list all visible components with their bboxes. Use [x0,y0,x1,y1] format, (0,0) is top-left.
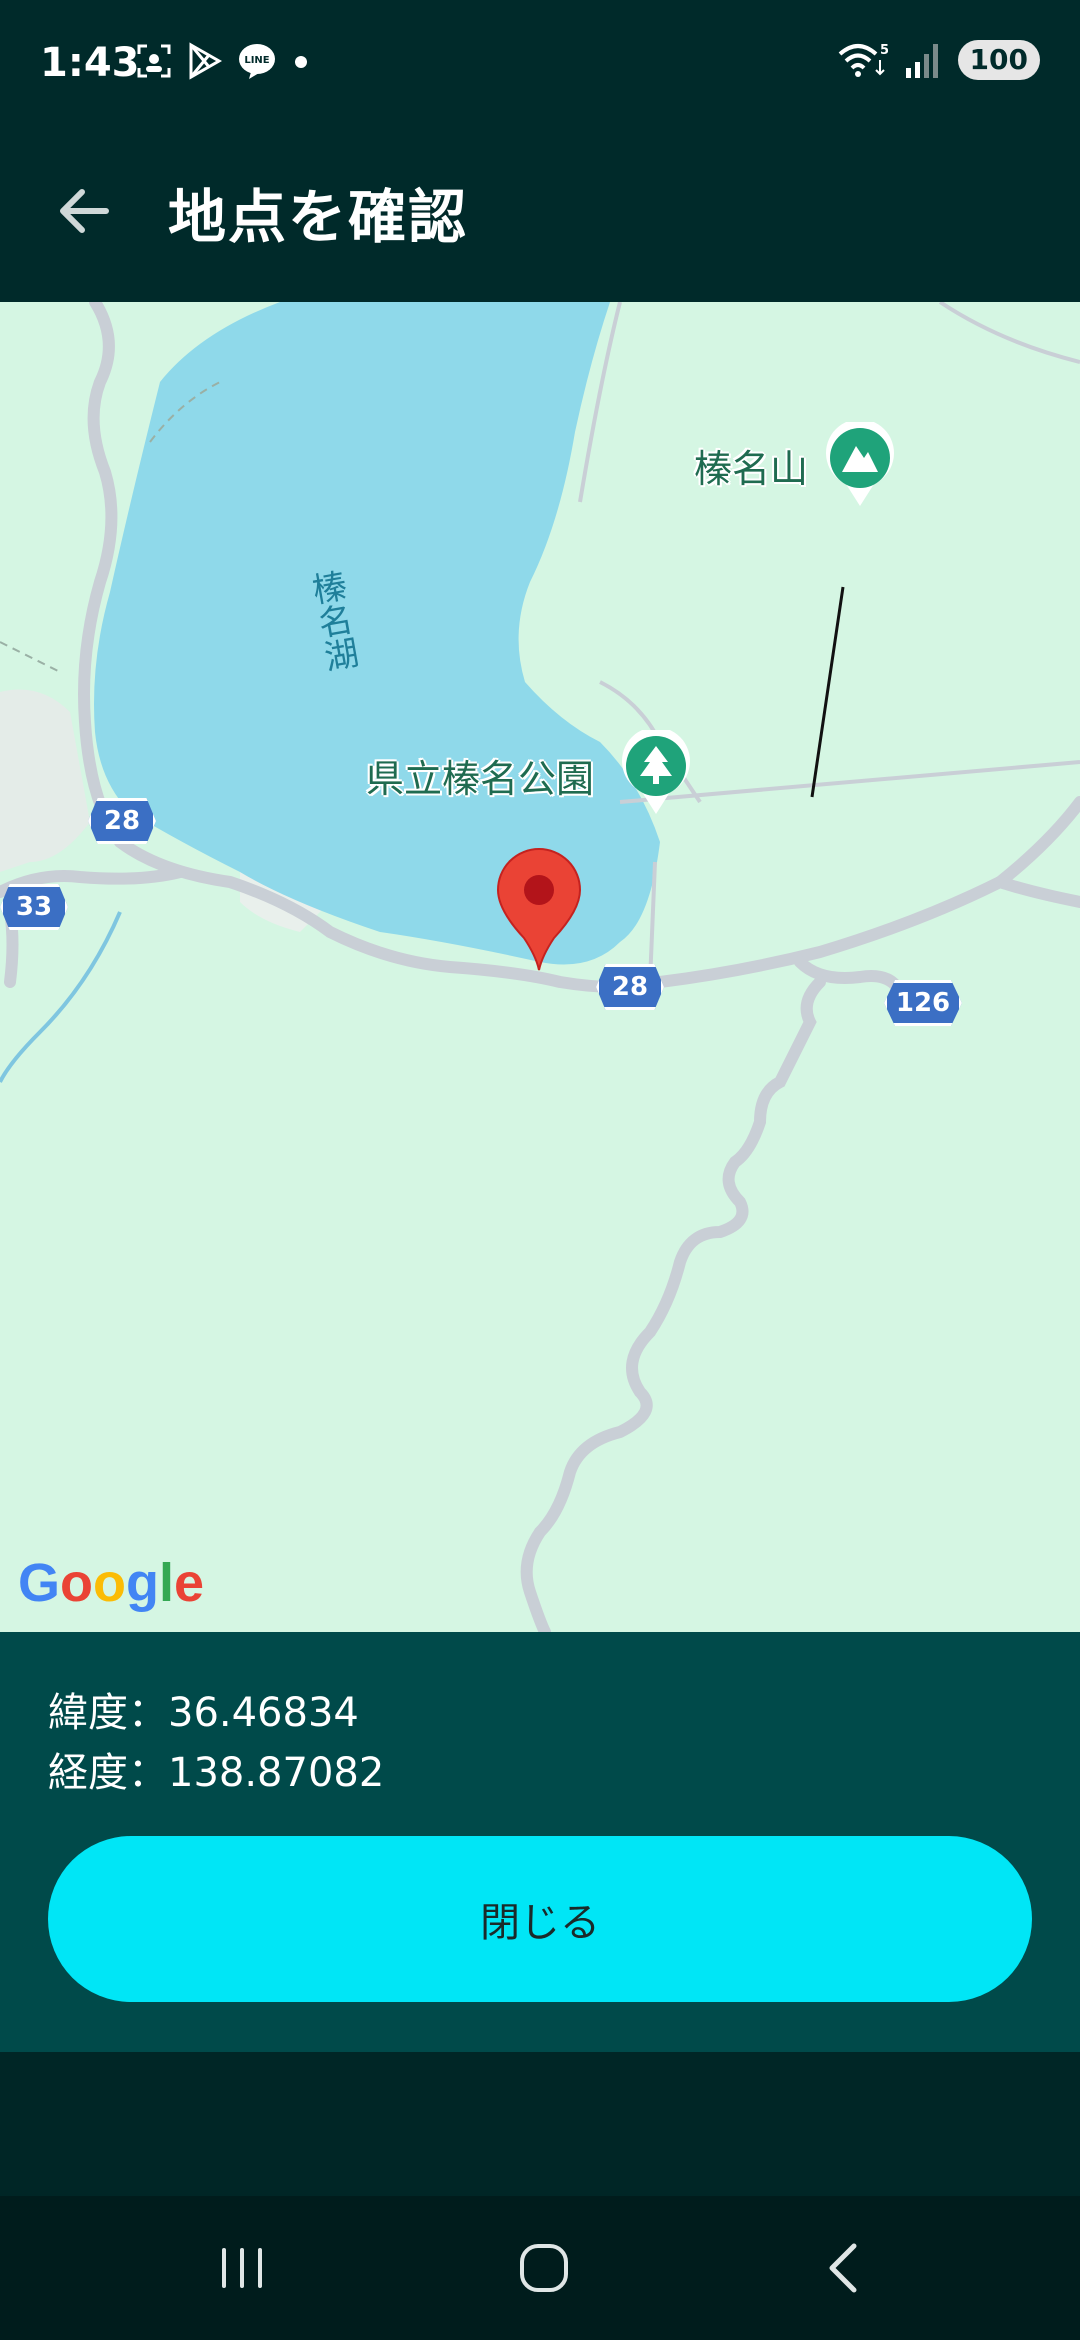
battery-icon: 100 [957,40,1040,80]
wifi-icon: 5 [838,43,888,77]
latitude-text: 緯度：36.46834 [48,1690,359,1736]
close-button[interactable]: 閉じる [48,1836,1032,2002]
screenshot-icon [137,44,171,78]
location-marker-icon[interactable] [494,846,584,972]
empty-area [0,2052,1080,2196]
longitude-text: 経度：138.87082 [48,1750,385,1796]
info-panel: 緯度：36.46834 経度：138.87082 閉じる [0,1632,1080,2052]
google-logo: Google [18,1553,205,1613]
home-icon[interactable] [504,2232,584,2304]
play-store-icon [189,42,223,80]
route-33-shield: 33 [0,884,68,930]
recents-icon[interactable] [202,2232,282,2304]
svg-text:5: 5 [880,43,888,58]
svg-text:LINE: LINE [244,55,269,66]
park-label[interactable]: 県立榛名公園 [366,748,594,803]
page-title: 地点を確認 [168,183,469,251]
status-time: 1:43 [40,40,140,86]
map-view[interactable]: 榛名湖 榛名山 県立榛名公園 28 33 28 126 Google [0,302,1080,1632]
back-icon[interactable] [806,2232,886,2304]
app-bar: 地点を確認 [0,130,1080,302]
dot-icon [295,56,307,68]
mountain-label[interactable]: 榛名山 [694,438,808,493]
status-bar: 1:43 LINE 5 100 [0,0,1080,130]
tree-icon[interactable] [620,730,692,816]
mountain-icon[interactable] [824,422,896,508]
route-28-shield: 28 [88,798,156,844]
arrow-back-icon[interactable] [50,176,120,246]
status-left-icons: LINE [135,42,311,80]
line-icon: LINE [239,44,275,79]
route-126-shield: 126 [884,980,962,1026]
route-28-shield: 28 [596,964,664,1010]
signal-icon [905,44,938,78]
status-right-icons: 5 100 [836,40,1040,80]
system-nav-bar [0,2196,1080,2340]
